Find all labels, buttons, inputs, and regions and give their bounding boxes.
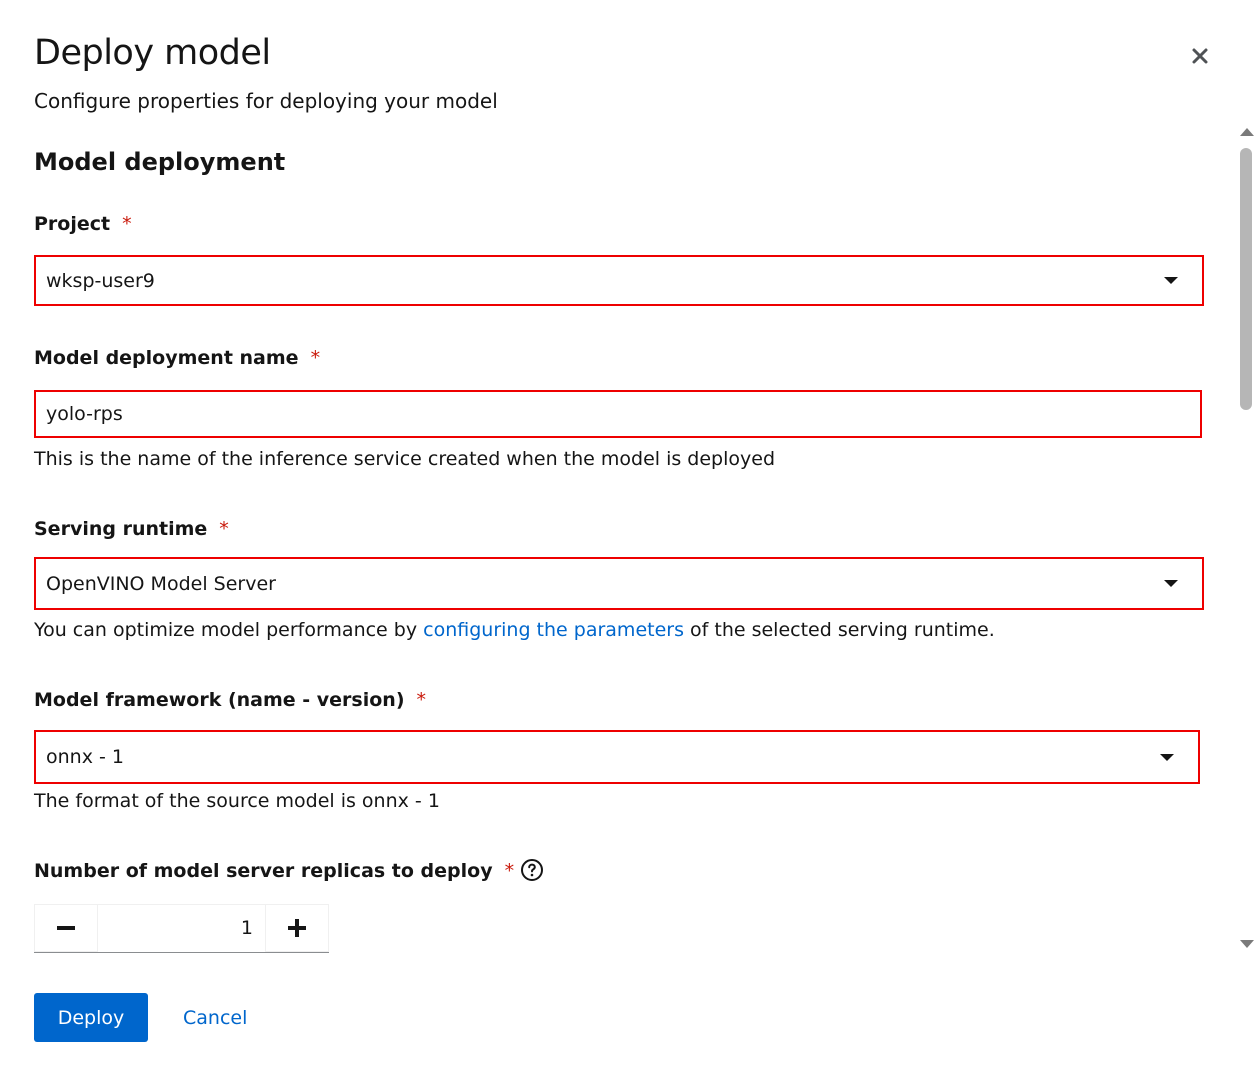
close-button[interactable] <box>1184 40 1216 72</box>
required-indicator: * <box>122 213 132 235</box>
project-label-text: Project <box>34 213 111 235</box>
project-label: Project * <box>34 213 132 235</box>
replicas-stepper: 1 <box>34 904 329 953</box>
modal-subtitle: Configure properties for deploying your … <box>34 89 498 113</box>
framework-label-text: Model framework (name - version) <box>34 689 405 711</box>
framework-helper: The format of the source model is onnx -… <box>34 790 440 812</box>
serving-runtime-helper: You can optimize model performance by co… <box>34 619 995 641</box>
required-indicator: * <box>416 689 427 711</box>
required-indicator: * <box>504 860 515 882</box>
increment-button[interactable] <box>265 904 329 952</box>
replicas-input[interactable]: 1 <box>98 904 265 952</box>
framework-select[interactable]: onnx - 1 <box>34 730 1200 784</box>
serving-runtime-helper-suffix: of the selected serving runtime. <box>683 619 995 641</box>
replicas-label: Number of model server replicas to deplo… <box>34 858 544 882</box>
deploy-button[interactable]: Deploy <box>34 993 148 1042</box>
serving-runtime-select[interactable]: OpenVINO Model Server <box>34 557 1204 610</box>
serving-runtime-helper-text: You can optimize model performance by <box>34 619 424 641</box>
decrement-button[interactable] <box>34 904 98 952</box>
vertical-scrollbar[interactable] <box>1236 126 1257 956</box>
serving-runtime-value: OpenVINO Model Server <box>46 572 276 595</box>
cancel-button[interactable]: Cancel <box>183 1007 247 1029</box>
plus-icon <box>288 919 306 937</box>
modal-footer: Deploy Cancel <box>34 993 247 1042</box>
caret-down-icon <box>1160 753 1174 761</box>
modal-title: Deploy model <box>34 33 271 73</box>
scrollbar-thumb[interactable] <box>1240 148 1252 410</box>
framework-value: onnx - 1 <box>46 746 124 768</box>
scroll-up-arrow-icon[interactable] <box>1240 128 1254 136</box>
section-title: Model deployment <box>34 148 286 176</box>
modal-body: Model deployment Project * wksp-user9 Mod… <box>0 126 1257 956</box>
deployment-name-label: Model deployment name * <box>34 347 320 369</box>
configure-parameters-link[interactable]: configuring the parameters <box>423 619 684 641</box>
replicas-label-text: Number of model server replicas to deplo… <box>34 860 493 882</box>
required-indicator: * <box>219 518 229 540</box>
deployment-name-helper: This is the name of the inference servic… <box>34 448 776 470</box>
deployment-name-label-text: Model deployment name <box>34 347 299 369</box>
deployment-name-input[interactable]: yolo-rps <box>34 390 1202 438</box>
scroll-down-arrow-icon[interactable] <box>1240 940 1254 948</box>
close-icon <box>1192 48 1208 64</box>
project-select-value: wksp-user9 <box>46 269 155 292</box>
serving-runtime-label: Serving runtime * <box>34 518 229 540</box>
caret-down-icon <box>1164 580 1178 587</box>
deployment-name-value: yolo-rps <box>46 403 123 425</box>
framework-label: Model framework (name - version) * <box>34 689 426 711</box>
caret-down-icon <box>1164 277 1178 284</box>
serving-runtime-label-text: Serving runtime <box>34 518 208 540</box>
project-select[interactable]: wksp-user9 <box>34 255 1204 306</box>
minus-icon <box>57 926 75 930</box>
question-circle-icon[interactable] <box>520 858 544 882</box>
required-indicator: * <box>310 347 321 369</box>
